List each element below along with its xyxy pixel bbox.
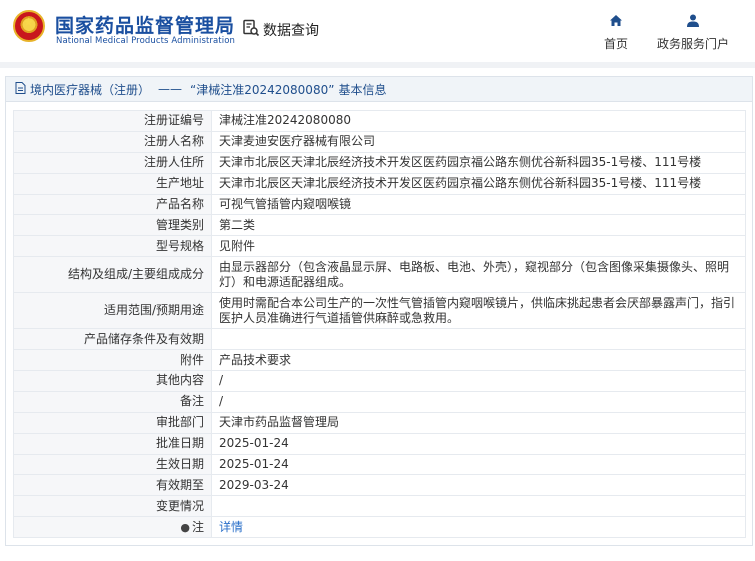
row-label: 管理类别 [13,214,212,237]
table-row: 生效日期 2025-01-24 [13,453,746,476]
note-label: 注 [191,519,204,534]
row-label: 注册人住所 [13,151,212,174]
table-row: 其他内容 / [13,370,746,392]
row-value: 2025-01-24 [211,453,746,476]
details-link[interactable]: 详情 [219,520,243,534]
nav-gov-service-portal[interactable]: 政务服务门户 [657,14,729,52]
row-label: 型号规格 [13,235,212,258]
user-icon [686,14,700,30]
panel-title-bar: 境内医疗器械（注册） —— “津械注准20242080080” 基本信息 [6,77,752,102]
document-icon [15,81,26,97]
table-row: 产品名称 可视气管插管内窥咽喉镜 [13,193,746,216]
table-row: 变更情况 [13,495,746,518]
panel-title-separator: —— [158,82,183,96]
row-value: / [211,390,746,413]
detail-table: 注册证编号 津械注准20242080080 注册人名称 天津麦迪安医疗器械有限公司 … [13,110,746,539]
table-row: 管理类别 第二类 [13,214,746,237]
row-label: 备注 [13,390,212,413]
table-row: 有效期至 2029-03-24 [13,474,746,497]
note-value-cell: 详情 [211,516,746,539]
row-value: 可视气管插管内窥咽喉镜 [211,193,746,216]
row-value: 由显示器部分（包含液晶显示屏、电路板、电池、外壳），窥视部分（包含图像采集摄像头… [211,256,746,294]
table-row: 审批部门 天津市药品监督管理局 [13,411,746,434]
row-label: 注册证编号 [13,110,212,132]
table-row: 批准日期 2025-01-24 [13,432,746,455]
row-label: 有效期至 [13,474,212,497]
national-emblem-logo[interactable]: ★ [13,10,45,42]
row-value: 天津市北辰区天津北辰经济技术开发区医药园京福公路东侧优谷新科园35-1号楼、11… [211,172,746,195]
table-row: 注册证编号 津械注准20242080080 [13,110,746,132]
table-row: 备注 / [13,390,746,413]
row-label: 结构及组成/主要组成成分 [13,256,212,294]
row-label: 附件 [13,349,212,372]
row-value: 见附件 [211,235,746,258]
row-value: 使用时需配合本公司生产的一次性气管插管内窥咽喉镜片，供临床挑起患者会厌部暴露声门… [211,292,746,330]
nav-home[interactable]: 首页 [604,14,628,52]
row-label: 生效日期 [13,453,212,476]
detail-panel: 境内医疗器械（注册） —— “津械注准20242080080” 基本信息 注册证… [5,76,753,546]
data-query-label: 数据查询 [263,22,319,39]
table-row: 结构及组成/主要组成成分 由显示器部分（包含液晶显示屏、电路板、电池、外壳），窥视… [13,256,746,294]
header-divider [0,62,755,68]
row-label: 审批部门 [13,411,212,434]
table-row: 产品储存条件及有效期 [13,328,746,351]
table-row: 适用范围/预期用途 使用时需配合本公司生产的一次性气管插管内窥咽喉镜片，供临床挑起… [13,292,746,330]
panel-reg-number: “津械注准20242080080” [190,82,335,97]
row-value: 2029-03-24 [211,474,746,497]
row-value: / [211,370,746,392]
row-value [211,495,746,518]
row-label: 批准日期 [13,432,212,455]
row-value: 2025-01-24 [211,432,746,455]
row-label: 产品名称 [13,193,212,216]
row-value: 天津麦迪安医疗器械有限公司 [211,130,746,153]
row-label: 其他内容 [13,370,212,392]
note-label-cell: ● 注 [13,516,212,539]
search-document-icon [242,19,260,40]
lightbulb-icon: ● [180,520,190,534]
nav-home-label: 首页 [604,37,629,51]
data-query-button[interactable]: 数据查询 [242,19,319,40]
table-row: ● 注 详情 [13,516,746,539]
row-label: 变更情况 [13,495,212,518]
row-value: 天津市药品监督管理局 [211,411,746,434]
table-row: 注册人名称 天津麦迪安医疗器械有限公司 [13,130,746,153]
table-row: 注册人住所 天津市北辰区天津北辰经济技术开发区医药园京福公路东侧优谷新科园35-1… [13,151,746,174]
home-icon [609,14,623,30]
brand-name-cn[interactable]: 国家药品监督管理局 [55,11,235,38]
table-row: 附件 产品技术要求 [13,349,746,372]
table-row: 生产地址 天津市北辰区天津北辰经济技术开发区医药园京福公路东侧优谷新科园35-1号… [13,172,746,195]
row-label: 生产地址 [13,172,212,195]
site-header: ★ 国家药品监督管理局 National Medical Products Ad… [0,0,755,62]
row-value: 天津市北辰区天津北辰经济技术开发区医药园京福公路东侧优谷新科园35-1号楼、11… [211,151,746,174]
panel-category: 境内医疗器械（注册） [30,82,151,97]
table-row: 型号规格 见附件 [13,235,746,258]
row-value: 产品技术要求 [211,349,746,372]
row-value: 津械注准20242080080 [211,110,746,132]
row-label: 产品储存条件及有效期 [13,328,212,351]
row-label: 注册人名称 [13,130,212,153]
nav-gov-label: 政务服务门户 [657,37,730,51]
row-value [211,328,746,351]
row-label: 适用范围/预期用途 [13,292,212,330]
panel-title-suffix: 基本信息 [338,82,387,97]
row-value: 第二类 [211,214,746,237]
brand-name-en[interactable]: National Medical Products Administration [56,36,235,46]
